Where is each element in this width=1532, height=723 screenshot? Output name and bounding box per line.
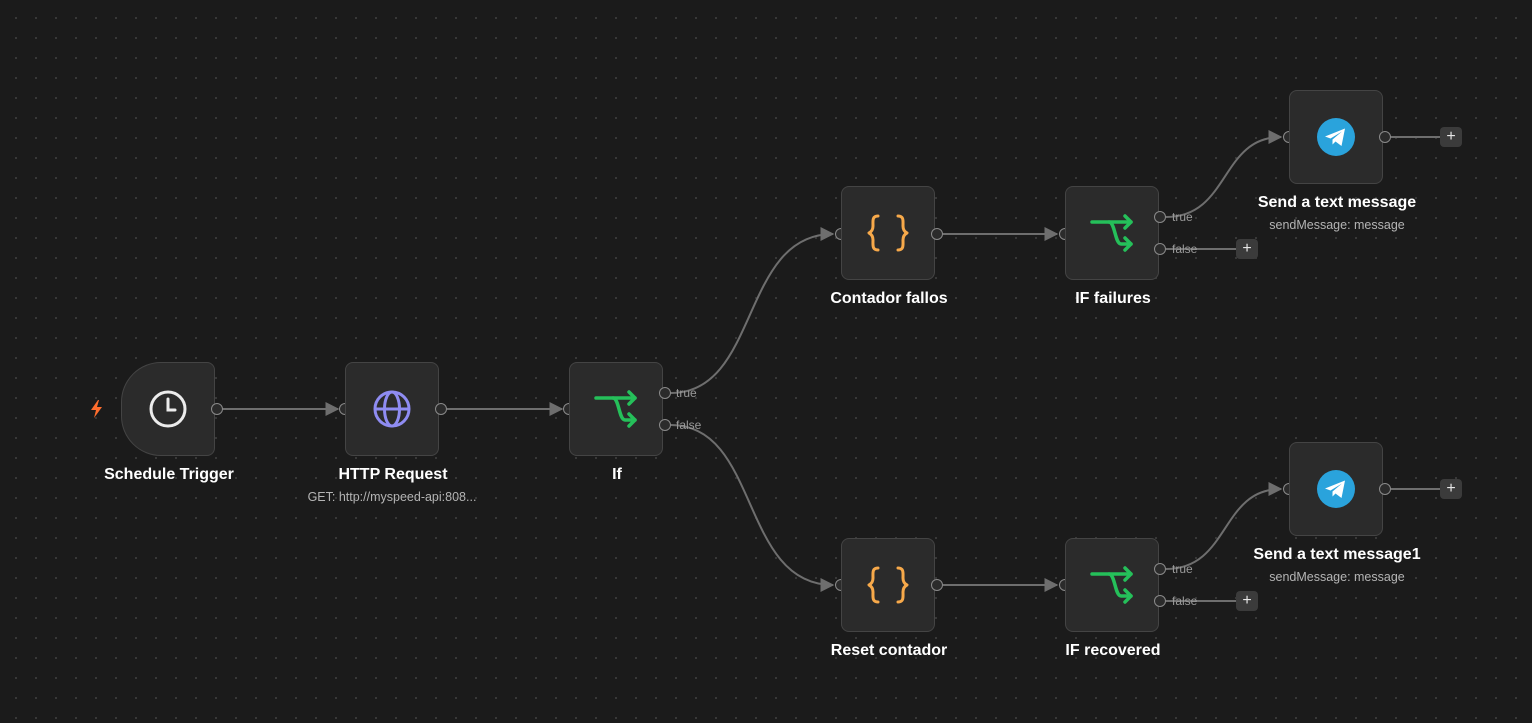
iffailures-true-label: true [1172,210,1193,224]
telegram-icon [1317,118,1355,156]
node-reset-contador[interactable] [841,538,935,632]
contador-output-handle[interactable] [931,228,943,240]
branch-icon [594,390,637,428]
if-false-label: false [676,418,702,432]
edge-if-false-reset [670,424,835,592]
contador-fallos-title: Contador fallos [830,290,948,307]
schedule-output-handle[interactable] [211,403,223,415]
braces-icon [867,214,909,252]
if-title: If [612,466,622,483]
send-text-message1-title: Send a text message1 [1253,546,1421,563]
branch-icon [1090,566,1133,604]
if-failures-title: IF failures [1075,290,1151,307]
ifrecovered-true-label: true [1172,562,1193,576]
reset-contador-title: Reset contador [830,642,948,659]
node-if-recovered[interactable] [1065,538,1159,632]
send-add-button[interactable]: + [1440,127,1462,147]
http-request-title: HTTP Request [338,466,448,483]
trigger-bolt-icon [91,400,102,418]
iffailures-false-handle[interactable] [1154,243,1166,255]
node-contador-fallos[interactable] [841,186,935,280]
if-recovered-title: IF recovered [1065,642,1161,659]
node-http-request[interactable] [345,362,439,456]
http-output-handle[interactable] [435,403,447,415]
node-send-text-message1[interactable] [1289,442,1383,536]
schedule-trigger-title: Schedule Trigger [104,466,234,483]
send1-output-handle[interactable] [1379,483,1391,495]
ifrecovered-false-handle[interactable] [1154,595,1166,607]
ifrecovered-false-add-button[interactable]: + [1236,591,1258,611]
if-false-handle[interactable] [659,419,671,431]
if-true-handle[interactable] [659,387,671,399]
ifrecovered-true-handle[interactable] [1154,563,1166,575]
braces-icon [867,566,909,604]
send-text-message-title: Send a text message [1257,194,1417,211]
branch-icon [1090,214,1133,252]
edge-if-true-contador [670,227,835,394]
iffailures-false-label: false [1172,242,1198,256]
node-schedule-trigger[interactable] [121,362,215,456]
ifrecovered-false-label: false [1172,594,1198,608]
node-if[interactable] [569,362,663,456]
http-request-subtitle: GET: http://myspeed-api:808... [307,490,477,504]
iffailures-false-add-button[interactable]: + [1236,239,1258,259]
node-if-failures[interactable] [1065,186,1159,280]
globe-icon [373,390,411,428]
send-output-handle[interactable] [1379,131,1391,143]
clock-icon [149,390,187,428]
send-text-message-subtitle: sendMessage: message [1269,218,1405,232]
if-true-label: true [676,386,697,400]
node-send-text-message[interactable] [1289,90,1383,184]
workflow-canvas[interactable]: Schedule Trigger HTTP Request GET: http:… [0,0,1532,723]
send-text-message1-subtitle: sendMessage: message [1269,570,1405,584]
iffailures-true-handle[interactable] [1154,211,1166,223]
send1-add-button[interactable]: + [1440,479,1462,499]
telegram-icon [1317,470,1355,508]
reset-output-handle[interactable] [931,579,943,591]
